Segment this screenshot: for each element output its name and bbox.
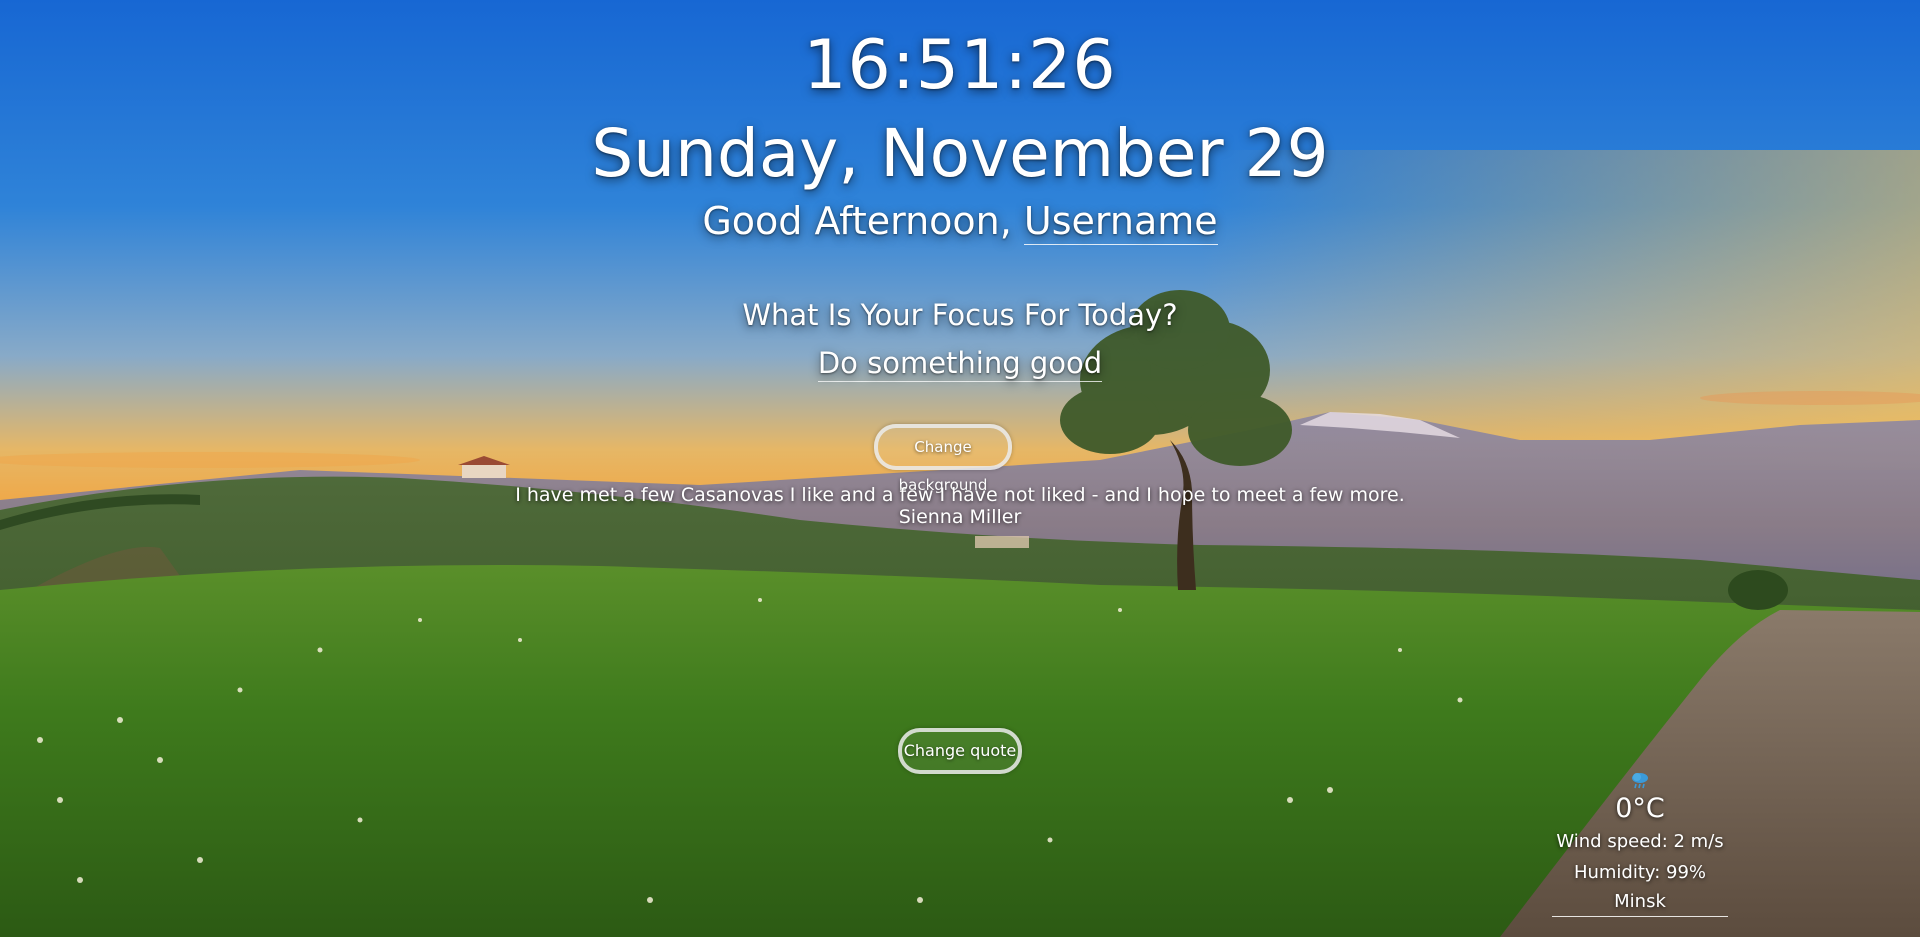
weather-humidity: Humidity: 99% — [1573, 862, 1707, 883]
clock-date: Sunday, November 29 — [591, 115, 1329, 192]
focus-question: What Is Your Focus For Today? — [742, 298, 1178, 332]
start-page: 16:51:26 Sunday, November 29 Good Aftern… — [0, 0, 1920, 937]
rain-cloud-icon — [1540, 770, 1740, 792]
weather-widget: 0°C Wind speed: 2 m/s Humidity: 99% Mins… — [1540, 770, 1740, 917]
greeting-prefix: Good Afternoon, — [702, 199, 1012, 243]
change-quote-button[interactable]: Change quote — [898, 728, 1022, 774]
greeting: Good Afternoon, Username — [0, 196, 1920, 246]
weather-temperature: 0°C — [1615, 793, 1665, 824]
focus-answer-field[interactable]: Do something good — [817, 346, 1103, 382]
focus-answer-wrapper: Do something good — [0, 342, 1920, 384]
username-field[interactable]: Username — [1023, 199, 1218, 245]
clock-time: 16:51:26 — [803, 26, 1117, 105]
quote-text: I have met a few Casanovas I like and a … — [515, 484, 1405, 506]
weather-city-input[interactable]: Minsk — [1552, 888, 1728, 917]
quote-author: Sienna Miller — [898, 506, 1022, 528]
weather-wind-speed: Wind speed: 2 m/s — [1556, 831, 1724, 852]
change-background-button[interactable]: Change background — [874, 424, 1012, 494]
